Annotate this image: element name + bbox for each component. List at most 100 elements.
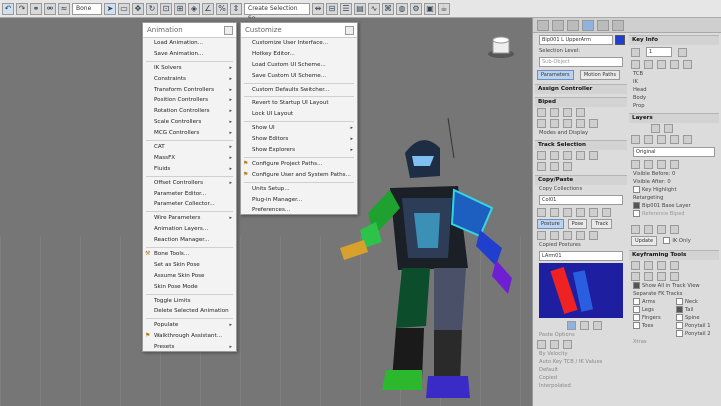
fk-track-option[interactable]: Ponytail 1 bbox=[676, 322, 719, 330]
menu-item[interactable]: ⚑ Configure User and System Paths... bbox=[241, 170, 357, 181]
fk-track-option[interactable]: Legs bbox=[633, 306, 676, 314]
auto-key-label[interactable]: Auto Key TCB / IK Values bbox=[535, 358, 627, 366]
fk-track-checkbox[interactable] bbox=[676, 314, 683, 321]
key-highlight-checkbox[interactable] bbox=[633, 186, 640, 193]
paste-opposite-icon[interactable] bbox=[563, 231, 572, 240]
track-button[interactable]: Track bbox=[591, 219, 613, 229]
interpolated-option[interactable]: Interpolated bbox=[535, 382, 627, 390]
curve-editor-icon[interactable]: ∿ bbox=[368, 2, 380, 15]
menu-item[interactable]: Plug-in Manager... bbox=[241, 195, 357, 206]
motion-tab-icon[interactable] bbox=[582, 19, 594, 31]
anim-tool-2-icon[interactable] bbox=[644, 272, 653, 281]
figure-mode-icon[interactable] bbox=[537, 108, 546, 117]
collection-dropdown[interactable]: Col01 bbox=[539, 195, 623, 205]
menu-item[interactable]: Assume Skin Pose bbox=[143, 271, 236, 282]
menu-item[interactable]: Customize User Interface... bbox=[241, 38, 357, 49]
opposite-icon[interactable] bbox=[537, 162, 546, 171]
pose-button[interactable]: Pose bbox=[567, 219, 588, 229]
mixer-mode-icon[interactable] bbox=[576, 108, 585, 117]
object-name-field[interactable]: Bip001 L UpperArm bbox=[539, 35, 613, 45]
prev-key-icon[interactable] bbox=[631, 47, 640, 57]
menu-item[interactable]: Custom Defaults Switcher... bbox=[241, 85, 357, 96]
anim-tool-4-icon[interactable] bbox=[670, 272, 679, 281]
menu-item[interactable]: ⚑ Configure Project Paths... bbox=[241, 159, 357, 170]
align-icon[interactable]: ⊟ bbox=[326, 2, 338, 15]
track-selection-rollout[interactable]: Track Selection bbox=[535, 140, 627, 150]
set-sliding-key-icon[interactable] bbox=[657, 60, 666, 69]
set-free-key-icon[interactable] bbox=[670, 60, 679, 69]
layer-name-field[interactable]: Original bbox=[633, 147, 715, 157]
modes-display-label[interactable]: Modes and Display bbox=[535, 129, 627, 137]
menu-item[interactable]: Scale Controllers ▸ bbox=[143, 117, 236, 128]
motion-paths-button[interactable]: Motion Paths bbox=[579, 70, 620, 80]
set-key-icon[interactable] bbox=[631, 60, 640, 69]
scale-icon[interactable]: ⊡ bbox=[160, 2, 172, 15]
load-file-icon[interactable] bbox=[537, 119, 546, 128]
rendered-frame-icon[interactable]: ▣ bbox=[424, 2, 436, 15]
mirror-icon[interactable]: ⇹ bbox=[312, 2, 324, 15]
retarget-left-arm-icon[interactable] bbox=[631, 225, 640, 234]
delete-collection-icon[interactable] bbox=[576, 208, 585, 217]
menu-item[interactable]: Reaction Manager... bbox=[143, 235, 236, 246]
mirror-animation-icon[interactable] bbox=[657, 261, 666, 270]
menu-item[interactable]: Preferences... bbox=[241, 205, 357, 216]
set-parents-icon[interactable] bbox=[670, 261, 679, 270]
menu-item[interactable]: Skin Pose Mode bbox=[143, 282, 236, 293]
angle-snap-icon[interactable]: ∠ bbox=[202, 2, 214, 15]
menu-item[interactable]: Animation Layers... bbox=[143, 224, 236, 235]
selection-filter-dropdown[interactable]: Bone bbox=[72, 2, 102, 15]
menu-item[interactable]: Fluids ▸ bbox=[143, 164, 236, 175]
layers-rollout[interactable]: Layers bbox=[629, 113, 719, 123]
select-icon[interactable]: ➤ bbox=[104, 2, 116, 15]
fk-track-option[interactable]: Toes bbox=[633, 322, 676, 330]
menu-item[interactable]: IK Solvers ▸ bbox=[143, 63, 236, 74]
delete-layer-icon[interactable] bbox=[670, 135, 679, 144]
menu-item[interactable]: Save Animation... bbox=[143, 49, 236, 60]
hierarchy-tab-icon[interactable] bbox=[567, 19, 579, 31]
delete-all-collections-icon[interactable] bbox=[589, 208, 598, 217]
menu-item[interactable]: Delete Selected Animation bbox=[143, 306, 236, 317]
menu-item[interactable]: Parameter Editor... bbox=[143, 189, 236, 200]
menu-item[interactable]: Save Custom UI Scheme... bbox=[241, 71, 357, 82]
set-planted-key-icon[interactable] bbox=[644, 60, 653, 69]
render-production-icon[interactable]: ☕ bbox=[438, 2, 450, 15]
footstep-mode-icon[interactable] bbox=[550, 108, 559, 117]
spinner-snap-icon[interactable]: ⇕ bbox=[230, 2, 242, 15]
head-label[interactable]: Head bbox=[629, 86, 719, 94]
fk-track-option[interactable]: Ponytail 2 bbox=[676, 330, 719, 338]
render-icon[interactable]: ◈ bbox=[188, 2, 200, 15]
parameters-button[interactable]: Parameters bbox=[537, 70, 574, 80]
menu-item[interactable]: CAT ▸ bbox=[143, 142, 236, 153]
object-color-swatch[interactable] bbox=[615, 35, 625, 45]
unlink-icon[interactable]: ⚮ bbox=[44, 2, 56, 15]
ik-only-checkbox[interactable] bbox=[663, 237, 671, 244]
fk-track-option[interactable]: Neck bbox=[676, 298, 719, 306]
fk-track-checkbox[interactable] bbox=[676, 322, 683, 329]
update-button[interactable]: Update bbox=[631, 236, 658, 246]
next-key-icon[interactable] bbox=[678, 47, 687, 57]
assign-controller-rollout[interactable]: Assign Controller bbox=[535, 84, 627, 94]
layer-snap-icon[interactable] bbox=[657, 160, 666, 169]
visible-before-value[interactable]: 0 bbox=[672, 171, 675, 177]
fk-track-checkbox[interactable] bbox=[633, 322, 640, 329]
retarget-left-leg-icon[interactable] bbox=[657, 225, 666, 234]
fk-track-checkbox[interactable] bbox=[676, 298, 683, 305]
save-file-icon[interactable] bbox=[550, 119, 559, 128]
menu-item[interactable]: Lock UI Layout bbox=[241, 109, 357, 120]
copied-option[interactable]: Copied bbox=[535, 374, 627, 382]
tear-off-icon[interactable] bbox=[224, 26, 233, 35]
load-motion-icon[interactable] bbox=[563, 119, 572, 128]
load-layers-icon[interactable] bbox=[651, 124, 660, 133]
delete-posture-icon[interactable] bbox=[576, 231, 585, 240]
collapse-layer-icon[interactable] bbox=[683, 135, 692, 144]
show-all-track-checkbox[interactable] bbox=[633, 282, 640, 289]
save-layers-icon[interactable] bbox=[664, 124, 673, 133]
clear-all-animation-icon[interactable] bbox=[644, 261, 653, 270]
fk-track-option[interactable]: Fingers bbox=[633, 314, 676, 322]
customize-menu-header[interactable]: Customize bbox=[241, 23, 357, 38]
visible-after-value[interactable]: 0 bbox=[667, 179, 670, 185]
convert-icon[interactable] bbox=[576, 119, 585, 128]
fk-track-checkbox[interactable] bbox=[676, 306, 683, 313]
body-vertical-icon[interactable] bbox=[550, 151, 559, 160]
layer-lock-icon[interactable] bbox=[670, 160, 679, 169]
